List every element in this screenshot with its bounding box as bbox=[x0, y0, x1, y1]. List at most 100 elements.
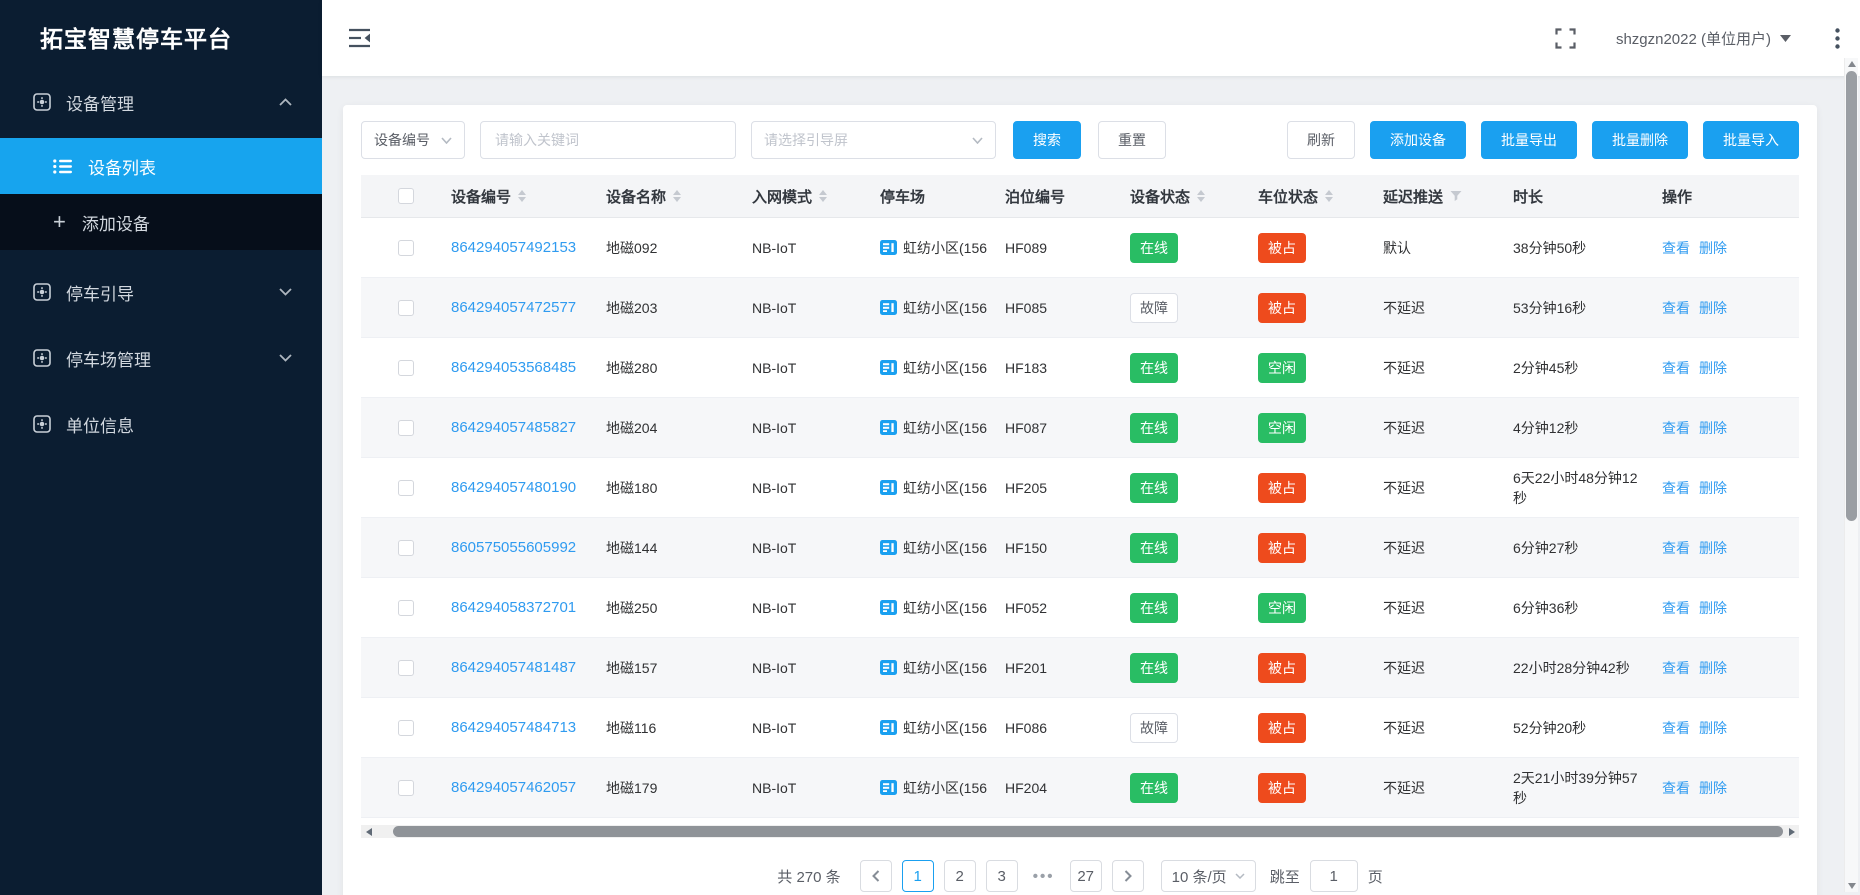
device-id-link[interactable]: 864294057484713 bbox=[451, 719, 576, 736]
sort-icon[interactable] bbox=[1325, 190, 1333, 202]
cell-device-id: 864294053568485 bbox=[451, 357, 606, 378]
parking-lot-name: 虹纺小区(156 bbox=[903, 598, 987, 618]
row-checkbox[interactable] bbox=[398, 300, 414, 316]
row-checkbox[interactable] bbox=[398, 540, 414, 556]
page-button[interactable]: 1 bbox=[902, 860, 934, 892]
next-page-button[interactable] bbox=[1112, 860, 1144, 892]
row-checkbox[interactable] bbox=[398, 360, 414, 376]
delete-link[interactable]: 删除 bbox=[1699, 600, 1727, 616]
filter-funnel-icon[interactable] bbox=[1450, 190, 1462, 202]
device-id-link[interactable]: 864294053568485 bbox=[451, 359, 576, 376]
vertical-scrollbar-thumb[interactable] bbox=[1846, 71, 1857, 521]
scroll-down-arrow[interactable] bbox=[1845, 880, 1859, 892]
bulk-delete-button[interactable]: 批量删除 bbox=[1592, 121, 1688, 159]
page-button[interactable]: 3 bbox=[986, 860, 1018, 892]
view-link[interactable]: 查看 bbox=[1662, 720, 1690, 736]
sidebar-item-parking-lot-management[interactable]: 停车场管理 bbox=[0, 334, 322, 382]
row-checkbox[interactable] bbox=[398, 660, 414, 676]
sort-icon[interactable] bbox=[819, 190, 827, 202]
view-link[interactable]: 查看 bbox=[1662, 360, 1690, 376]
view-link[interactable]: 查看 bbox=[1662, 480, 1690, 496]
cell-device-id: 864294057472577 bbox=[451, 297, 606, 318]
guide-screen-select[interactable]: 请选择引导屏 bbox=[751, 121, 996, 159]
page-ellipsis[interactable]: ••• bbox=[1028, 860, 1060, 892]
page-size-select[interactable]: 10 条/页 bbox=[1161, 860, 1256, 892]
column-header-delay_push: 延迟推送 bbox=[1383, 186, 1513, 207]
scroll-left-arrow[interactable] bbox=[361, 825, 376, 838]
parking-lot-name: 虹纺小区(156 bbox=[903, 358, 987, 378]
fullscreen-icon[interactable] bbox=[1555, 28, 1576, 49]
cell-device-name: 地磁204 bbox=[606, 418, 752, 438]
prev-page-button[interactable] bbox=[860, 860, 892, 892]
bulk-export-button[interactable]: 批量导出 bbox=[1481, 121, 1577, 159]
refresh-button[interactable]: 刷新 bbox=[1287, 121, 1355, 159]
search-button[interactable]: 搜索 bbox=[1013, 121, 1081, 159]
search-field-select[interactable]: 设备编号 bbox=[361, 121, 465, 159]
search-field-value: 设备编号 bbox=[374, 130, 430, 150]
view-link[interactable]: 查看 bbox=[1662, 420, 1690, 436]
sort-icon[interactable] bbox=[673, 190, 681, 202]
table-header-row: 设备编号设备名称入网模式停车场泊位编号设备状态车位状态延迟推送时长操作 bbox=[361, 175, 1799, 218]
view-link[interactable]: 查看 bbox=[1662, 300, 1690, 316]
delete-link[interactable]: 删除 bbox=[1699, 300, 1727, 316]
horizontal-scrollbar-thumb[interactable] bbox=[393, 826, 1783, 837]
menu-fold-icon[interactable] bbox=[348, 28, 371, 48]
sort-icon[interactable] bbox=[518, 190, 526, 202]
table-row: 864294057481487地磁157NB-IoT虹纺小区(156HF201在… bbox=[361, 638, 1799, 698]
row-checkbox[interactable] bbox=[398, 420, 414, 436]
cell-network-mode: NB-IoT bbox=[752, 238, 880, 258]
device-id-link[interactable]: 864294058372701 bbox=[451, 599, 576, 616]
view-link[interactable]: 查看 bbox=[1662, 780, 1690, 796]
sort-icon[interactable] bbox=[1197, 190, 1205, 202]
device-status-badge: 在线 bbox=[1130, 233, 1178, 263]
view-link[interactable]: 查看 bbox=[1662, 600, 1690, 616]
delete-link[interactable]: 删除 bbox=[1699, 720, 1727, 736]
device-id-link[interactable]: 864294057492153 bbox=[451, 239, 576, 256]
scroll-right-arrow[interactable] bbox=[1784, 825, 1799, 838]
delete-link[interactable]: 删除 bbox=[1699, 540, 1727, 556]
view-link[interactable]: 查看 bbox=[1662, 540, 1690, 556]
delete-link[interactable]: 删除 bbox=[1699, 780, 1727, 796]
device-id-link[interactable]: 864294057480190 bbox=[451, 479, 576, 496]
delete-link[interactable]: 删除 bbox=[1699, 240, 1727, 256]
row-checkbox[interactable] bbox=[398, 780, 414, 796]
keyword-input[interactable] bbox=[480, 121, 736, 159]
select-all-checkbox[interactable] bbox=[398, 188, 414, 204]
user-menu[interactable]: shzgzn2022 (单位用户) bbox=[1616, 28, 1791, 49]
jump-page-input[interactable] bbox=[1310, 860, 1358, 892]
row-checkbox[interactable] bbox=[398, 720, 414, 736]
page-button[interactable]: 27 bbox=[1070, 860, 1102, 892]
delete-link[interactable]: 删除 bbox=[1699, 420, 1727, 436]
table-row: 864294057484713地磁116NB-IoT虹纺小区(156HF086故… bbox=[361, 698, 1799, 758]
row-checkbox[interactable] bbox=[398, 240, 414, 256]
cell-device-name: 地磁179 bbox=[606, 778, 752, 798]
reset-button[interactable]: 重置 bbox=[1098, 121, 1166, 159]
view-link[interactable]: 查看 bbox=[1662, 240, 1690, 256]
add-device-button[interactable]: 添加设备 bbox=[1370, 121, 1466, 159]
device-id-link[interactable]: 864294057485827 bbox=[451, 419, 576, 436]
row-checkbox[interactable] bbox=[398, 600, 414, 616]
sidebar-item-add-device[interactable]: + 添加设备 bbox=[0, 194, 322, 250]
delete-link[interactable]: 删除 bbox=[1699, 360, 1727, 376]
view-link[interactable]: 查看 bbox=[1662, 660, 1690, 676]
sidebar-item-device-management[interactable]: 设备管理 bbox=[0, 77, 322, 127]
cell-network-mode: NB-IoT bbox=[752, 778, 880, 798]
delete-link[interactable]: 删除 bbox=[1699, 480, 1727, 496]
scroll-up-arrow[interactable] bbox=[1845, 58, 1859, 70]
device-id-link[interactable]: 864294057462057 bbox=[451, 779, 576, 796]
kebab-menu-icon[interactable] bbox=[1835, 28, 1840, 49]
spot-status-badge: 空闲 bbox=[1258, 413, 1306, 443]
device-id-link[interactable]: 864294057481487 bbox=[451, 659, 576, 676]
column-header-spot_status: 车位状态 bbox=[1258, 186, 1383, 207]
row-checkbox[interactable] bbox=[398, 480, 414, 496]
vertical-scrollbar[interactable] bbox=[1844, 58, 1858, 892]
page-button[interactable]: 2 bbox=[944, 860, 976, 892]
horizontal-scrollbar[interactable] bbox=[361, 825, 1799, 838]
sidebar-item-unit-info[interactable]: 单位信息 bbox=[0, 400, 322, 448]
device-id-link[interactable]: 860575055605992 bbox=[451, 539, 576, 556]
sidebar-item-device-list[interactable]: 设备列表 bbox=[0, 138, 322, 194]
delete-link[interactable]: 删除 bbox=[1699, 660, 1727, 676]
sidebar-item-parking-guidance[interactable]: 停车引导 bbox=[0, 268, 322, 316]
bulk-import-button[interactable]: 批量导入 bbox=[1703, 121, 1799, 159]
device-id-link[interactable]: 864294057472577 bbox=[451, 299, 576, 316]
